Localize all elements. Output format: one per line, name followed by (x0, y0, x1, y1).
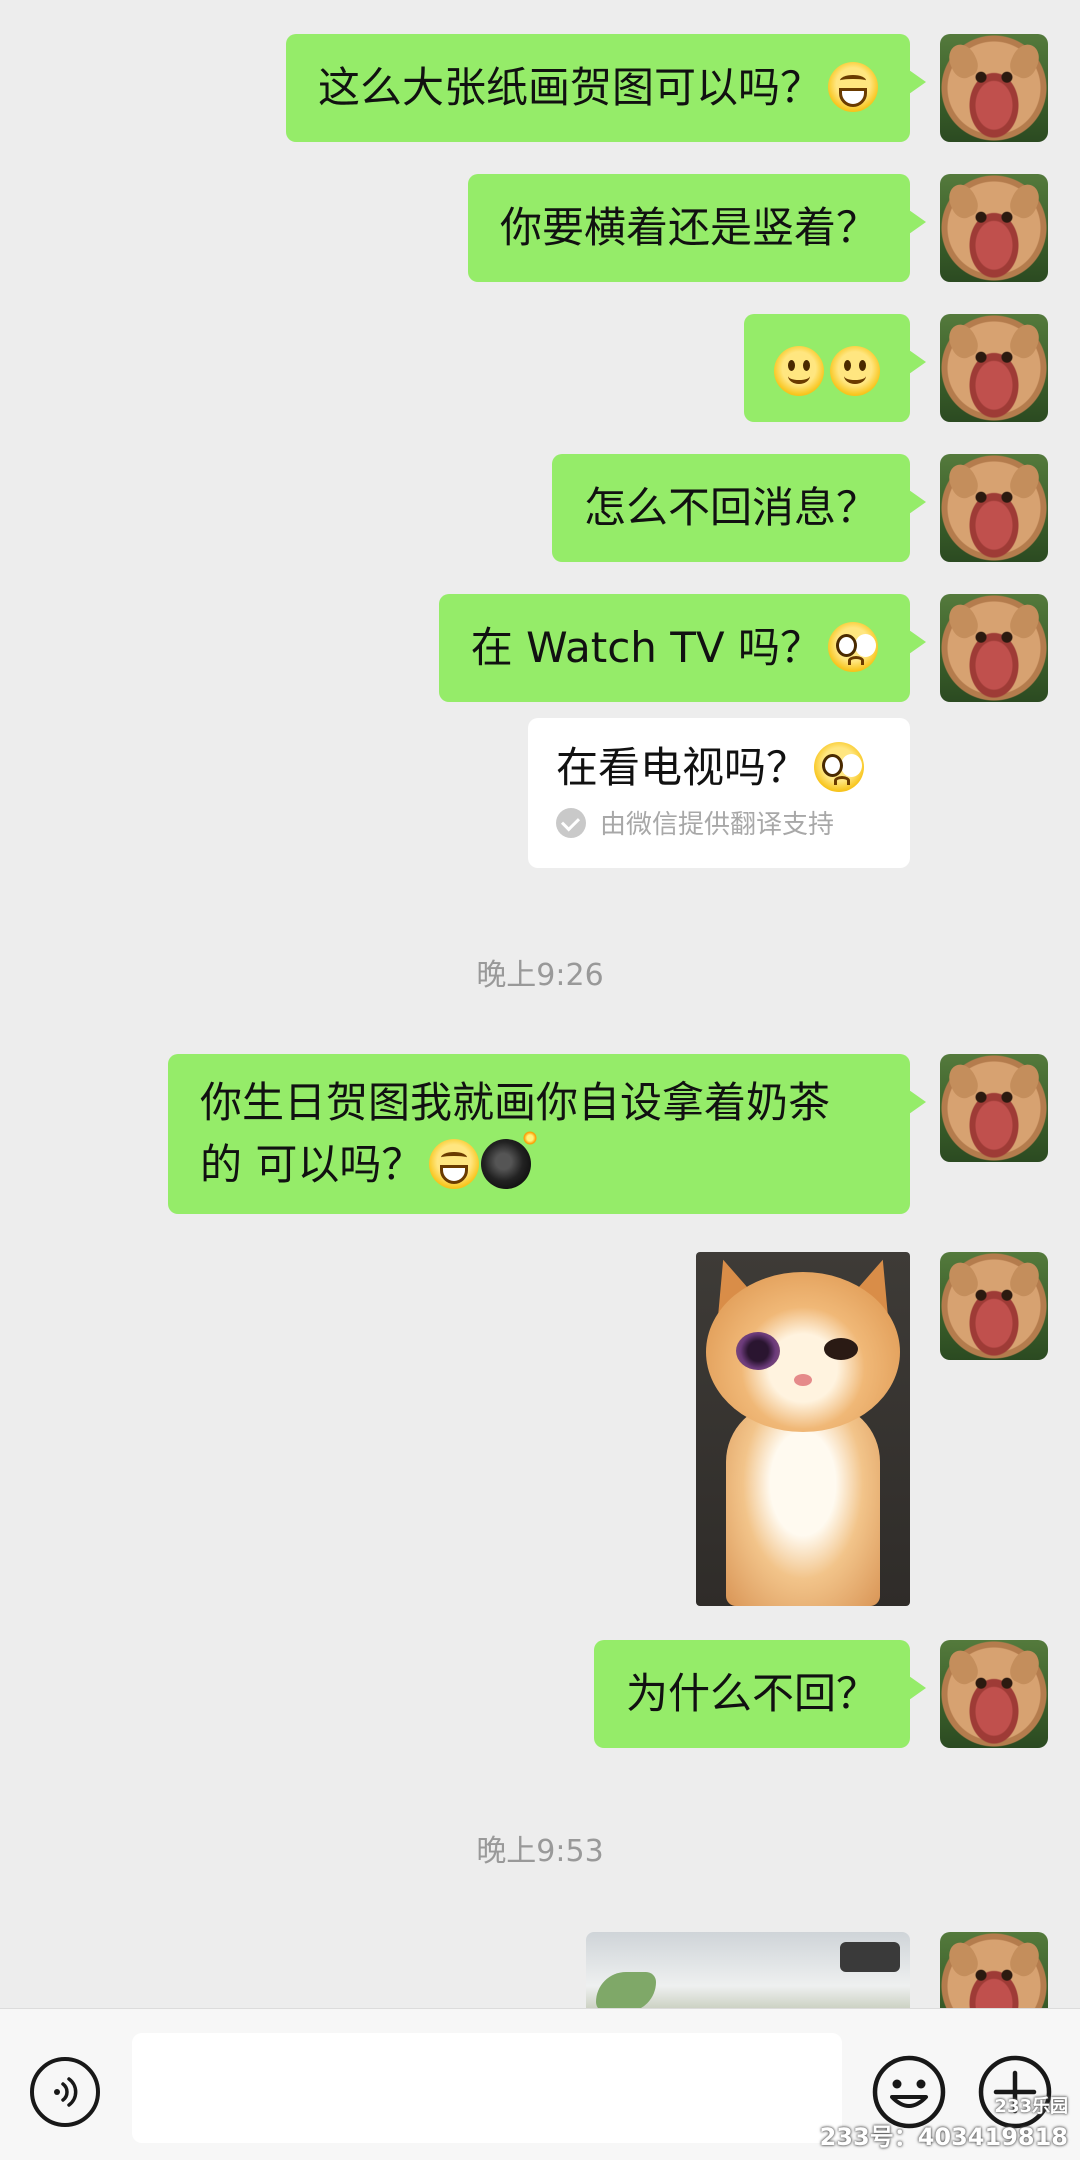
timestamp: 晚上9:53 (476, 1834, 604, 1869)
watermark-logo: 233乐园 (994, 2096, 1068, 2117)
avatar[interactable] (940, 1932, 1048, 2008)
smile-emoji-icon (830, 346, 880, 396)
message-row: 为什么不回？ (0, 1640, 1080, 1750)
message-bubble[interactable]: 你要横着还是竖着？ (467, 174, 927, 282)
smile-emoji-icon (774, 346, 824, 396)
input-bar: 233乐园 233号：403419818 (0, 2008, 1080, 2160)
avatar[interactable] (940, 594, 1048, 702)
message-text: 的 可以吗？ (200, 1140, 424, 1189)
pleading-emoji-icon (828, 622, 878, 672)
voice-icon[interactable] (30, 2057, 100, 2127)
watermark: 233乐园 233号：403419818 (820, 2092, 1068, 2152)
avatar[interactable] (940, 174, 1048, 282)
timestamp: 晚上9:26 (476, 958, 604, 993)
cat-nose (794, 1374, 812, 1386)
message-row: 你生日贺图我就画你自设拿着奶茶 的 可以吗？ (0, 1054, 1080, 1220)
message-row: 你要横着还是竖着？ (0, 174, 1080, 284)
watermark-id: 233号：403419818 (819, 2123, 1068, 2151)
message-text: 怎么不回消息？ (583, 483, 878, 532)
message-text: 为什么不回？ (625, 1669, 878, 1718)
avatar[interactable] (940, 34, 1048, 142)
message-row (0, 314, 1080, 424)
avatar[interactable] (940, 1054, 1048, 1162)
translation-card[interactable]: 在看电视吗？ 由微信提供翻译支持 (528, 718, 910, 868)
image-message[interactable] (586, 1932, 910, 2008)
translation-source: 由微信提供翻译支持 (600, 810, 835, 840)
message-bubble[interactable]: 你生日贺图我就画你自设拿着奶茶 的 可以吗？ (168, 1054, 926, 1214)
check-circle-icon (556, 807, 586, 838)
image-message[interactable] (696, 1252, 910, 1606)
message-bubble[interactable] (744, 314, 926, 422)
message-row: 怎么不回消息？ (0, 454, 1080, 564)
avatar[interactable] (940, 1640, 1048, 1748)
bomb-emoji-icon (481, 1131, 538, 1189)
message-bubble[interactable]: 为什么不回？ (593, 1640, 927, 1748)
avatar[interactable] (940, 314, 1048, 422)
message-row: 这么大张纸画贺图可以吗？ (0, 34, 1080, 144)
message-bubble[interactable]: 在 Watch TV 吗？ (438, 594, 927, 702)
cat-body (726, 1402, 880, 1606)
message-input[interactable] (132, 2033, 842, 2143)
avatar[interactable] (940, 1252, 1048, 1360)
message-text: 你生日贺图我就画你自设拿着奶茶 (200, 1078, 831, 1127)
pleading-emoji-icon (814, 742, 865, 792)
cat-eye (824, 1338, 858, 1360)
cat-bruised-eye (736, 1332, 780, 1370)
translation-text: 在看电视吗？ (556, 743, 809, 792)
message-text: 你要横着还是竖着？ (499, 203, 878, 252)
message-text: 这么大张纸画贺图可以吗？ (317, 63, 822, 112)
chat-area[interactable]: 这么大张纸画贺图可以吗？ 你要横着还是竖着？ 怎么不回消息？ 在 Watch T… (0, 0, 1080, 2008)
message-bubble[interactable]: 怎么不回消息？ (551, 454, 927, 562)
avatar[interactable] (940, 454, 1048, 562)
message-bubble[interactable]: 这么大张纸画贺图可以吗？ (285, 34, 927, 142)
message-text: 在 Watch TV 吗？ (470, 623, 822, 672)
grinning-emoji-icon (828, 62, 878, 112)
message-row: 在 Watch TV 吗？ (0, 594, 1080, 704)
grinning-emoji-icon (429, 1139, 480, 1189)
